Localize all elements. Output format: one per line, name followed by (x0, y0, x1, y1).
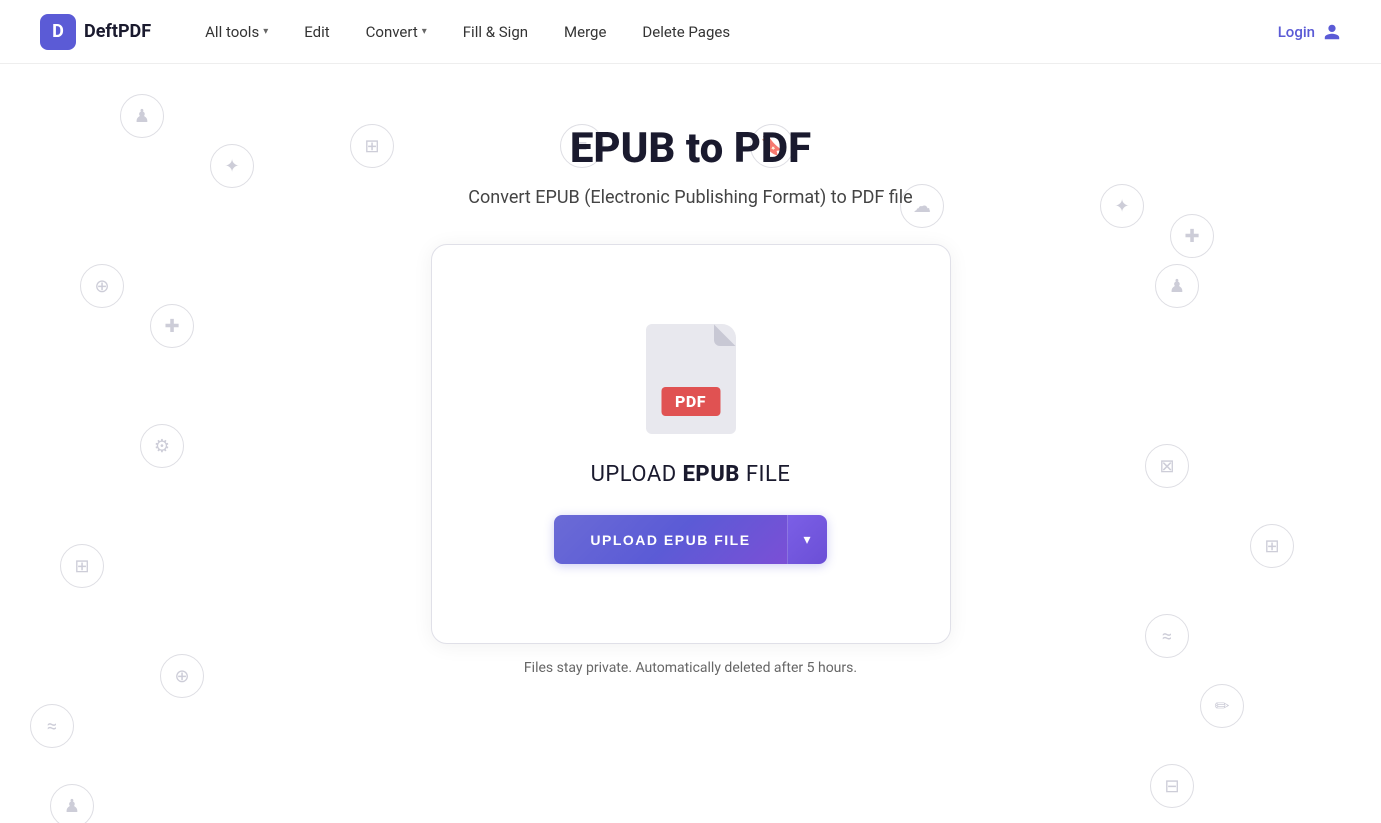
logo-text: DeftPDF (84, 21, 151, 42)
nav-item-edit[interactable]: Edit (290, 15, 343, 49)
page-subtitle: Convert EPUB (Electronic Publishing Form… (468, 187, 912, 208)
bg-decoration-icon: ✏ (1200, 684, 1244, 728)
bg-decoration-icon: ⊟ (1150, 764, 1194, 808)
logo[interactable]: D DeftPDF (40, 14, 151, 50)
bg-decoration-icon: ♟ (50, 784, 94, 823)
main-content: EPUB to PDF Convert EPUB (Electronic Pub… (0, 64, 1381, 676)
page-title: EPUB to PDF (570, 124, 811, 173)
chevron-down-icon: ▾ (422, 26, 427, 37)
upload-text: UPLOAD EPUB FILE (591, 462, 791, 487)
nav-item-fill-sign[interactable]: Fill & Sign (449, 15, 542, 49)
nav-menu: All tools ▾ Edit Convert ▾ Fill & Sign M… (191, 15, 1278, 49)
file-corner (714, 324, 736, 346)
upload-card: PDF UPLOAD EPUB FILE UPLOAD EPUB FILE ▾ (431, 244, 951, 644)
upload-button-group: UPLOAD EPUB FILE ▾ (554, 515, 826, 564)
nav-item-convert[interactable]: Convert ▾ (352, 15, 441, 49)
pdf-file-icon: PDF (646, 324, 736, 434)
privacy-note: Files stay private. Automatically delete… (524, 660, 857, 676)
chevron-down-icon: ▾ (804, 531, 811, 548)
nav-item-delete-pages[interactable]: Delete Pages (628, 15, 744, 49)
logo-icon: D (40, 14, 76, 50)
login-button[interactable]: Login (1278, 23, 1341, 41)
upload-dropdown-button[interactable]: ▾ (787, 515, 827, 564)
nav-item-merge[interactable]: Merge (550, 15, 620, 49)
upload-epub-button[interactable]: UPLOAD EPUB FILE (554, 515, 786, 564)
navbar: D DeftPDF All tools ▾ Edit Convert ▾ Fil… (0, 0, 1381, 64)
chevron-down-icon: ▾ (263, 26, 268, 37)
nav-item-all-tools[interactable]: All tools ▾ (191, 15, 282, 49)
bg-decoration-icon: ≈ (30, 704, 74, 748)
pdf-badge: PDF (661, 387, 720, 416)
file-body: PDF (646, 324, 736, 434)
user-icon (1323, 23, 1341, 41)
